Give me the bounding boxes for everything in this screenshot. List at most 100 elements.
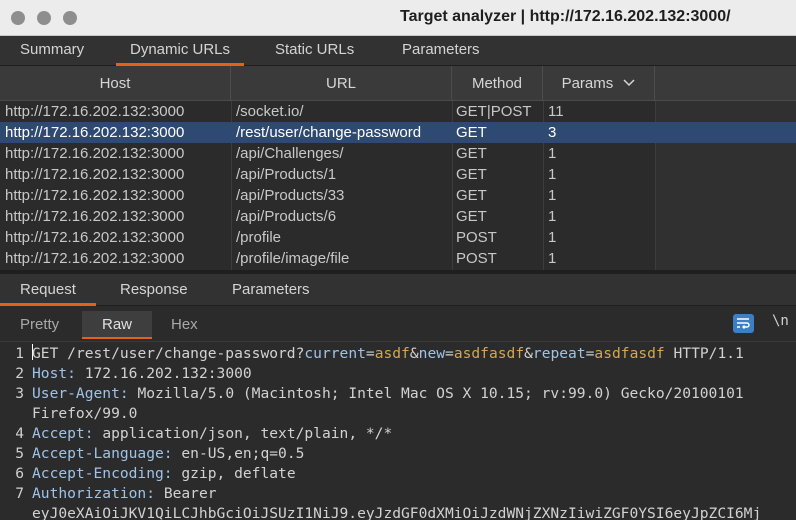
cell-params: 1 bbox=[548, 166, 557, 183]
cell-method: GET bbox=[456, 187, 487, 204]
cell-host: http://172.16.202.132:3000 bbox=[5, 250, 185, 267]
table-row[interactable]: http://172.16.202.132:3000/socket.io/GET… bbox=[0, 101, 796, 122]
cell-method: GET|POST bbox=[456, 103, 532, 120]
header-name: Accept-Language: bbox=[32, 445, 173, 462]
tab-parameters[interactable]: Parameters bbox=[402, 36, 480, 66]
header-name: Authorization: bbox=[32, 485, 156, 502]
column-header-url[interactable]: URL bbox=[231, 66, 452, 101]
word-wrap-button[interactable] bbox=[733, 314, 754, 333]
cell-url: /profile bbox=[236, 229, 282, 246]
view-raw[interactable]: Raw bbox=[82, 311, 152, 339]
header-value-continued: Firefox/99.0 bbox=[32, 405, 138, 422]
cell-method: GET bbox=[456, 124, 487, 141]
param-key: new bbox=[418, 345, 446, 362]
param-key: current bbox=[304, 345, 366, 362]
cell-url: /api/Products/33 bbox=[236, 187, 345, 204]
cell-url: /rest/user/change-password bbox=[236, 124, 422, 141]
analyzer-tabs: Summary Dynamic URLs Static URLs Paramet… bbox=[0, 36, 796, 66]
param-value: asdfasdf bbox=[594, 345, 665, 362]
header-value: 172.16.202.132:3000 bbox=[84, 365, 252, 382]
header-value: Bearer bbox=[163, 485, 217, 502]
cell-url: /api/Products/6 bbox=[236, 208, 337, 225]
tab-response[interactable]: Response bbox=[120, 276, 188, 306]
table-row[interactable]: http://172.16.202.132:3000/rest/user/cha… bbox=[0, 122, 796, 143]
header-name: Host: bbox=[32, 365, 76, 382]
header-name: Accept-Encoding: bbox=[32, 465, 173, 482]
request-line: GET /rest/user/change-password?current=a… bbox=[32, 344, 744, 362]
wrap-lines-icon bbox=[737, 318, 750, 329]
cell-params: 1 bbox=[548, 187, 557, 204]
request-editor[interactable]: 1 GET /rest/user/change-password?current… bbox=[0, 343, 796, 520]
column-header-host[interactable]: Host bbox=[0, 66, 231, 101]
cell-params: 1 bbox=[548, 250, 557, 267]
url-table: Host URL Method Params http://172.16.202… bbox=[0, 66, 796, 270]
cell-params: 1 bbox=[548, 229, 557, 246]
minimize-window-button[interactable] bbox=[37, 11, 51, 25]
cell-method: GET bbox=[456, 145, 487, 162]
view-pretty[interactable]: Pretty bbox=[20, 311, 59, 339]
show-newlines-toggle[interactable]: \n bbox=[772, 313, 789, 329]
line-number: 3 bbox=[15, 385, 24, 402]
cell-host: http://172.16.202.132:3000 bbox=[5, 124, 185, 141]
line-number: 2 bbox=[15, 365, 24, 382]
line-number: 7 bbox=[15, 485, 24, 502]
request-protocol: HTTP/1.1 bbox=[673, 345, 744, 362]
table-rows: http://172.16.202.132:3000/socket.io/GET… bbox=[0, 101, 796, 269]
param-value: asdf bbox=[374, 345, 410, 362]
table-row[interactable]: http://172.16.202.132:3000/api/Products/… bbox=[0, 206, 796, 227]
cell-url: /socket.io/ bbox=[236, 103, 304, 120]
cell-params: 1 bbox=[548, 145, 557, 162]
cell-method: POST bbox=[456, 229, 497, 246]
cell-host: http://172.16.202.132:3000 bbox=[5, 166, 185, 183]
table-row[interactable]: http://172.16.202.132:3000/api/Products/… bbox=[0, 185, 796, 206]
header-value-continued: eyJ0eXAiOiJKV1QiLCJhbGciOiJSUzI1NiJ9.eyJ… bbox=[32, 505, 762, 520]
cell-host: http://172.16.202.132:3000 bbox=[5, 103, 185, 120]
line-number: 6 bbox=[15, 465, 24, 482]
cell-host: http://172.16.202.132:3000 bbox=[5, 145, 185, 162]
line-number: 5 bbox=[15, 445, 24, 462]
header-value: application/json, text/plain, */* bbox=[102, 425, 393, 442]
cell-method: GET bbox=[456, 166, 487, 183]
tab-request[interactable]: Request bbox=[0, 276, 96, 306]
table-row[interactable]: http://172.16.202.132:3000/api/Challenge… bbox=[0, 143, 796, 164]
message-tabs: Request Response Parameters bbox=[0, 274, 796, 306]
param-key: repeat bbox=[532, 345, 586, 362]
column-header-params-wrap[interactable]: Params bbox=[543, 66, 655, 101]
tab-message-parameters[interactable]: Parameters bbox=[232, 276, 310, 306]
cell-params: 11 bbox=[548, 103, 564, 120]
header-value: en-US,en;q=0.5 bbox=[181, 445, 305, 462]
cell-params: 1 bbox=[548, 208, 557, 225]
request-path: /rest/user/change-password? bbox=[67, 345, 305, 362]
cell-host: http://172.16.202.132:3000 bbox=[5, 208, 185, 225]
cell-host: http://172.16.202.132:3000 bbox=[5, 229, 185, 246]
param-value: asdfasdf bbox=[453, 345, 525, 362]
table-header: Host URL Method Params bbox=[0, 66, 796, 101]
title-bar: Target analyzer | http://172.16.202.132:… bbox=[0, 0, 796, 36]
view-hex[interactable]: Hex bbox=[171, 311, 198, 339]
cell-url: /api/Challenges/ bbox=[236, 145, 344, 162]
tab-summary[interactable]: Summary bbox=[20, 36, 84, 66]
column-header-method[interactable]: Method bbox=[452, 66, 543, 101]
column-header-params: Params bbox=[561, 75, 614, 92]
cell-method: GET bbox=[456, 208, 487, 225]
cell-host: http://172.16.202.132:3000 bbox=[5, 187, 185, 204]
zoom-window-button[interactable] bbox=[63, 11, 77, 25]
cell-method: POST bbox=[456, 250, 497, 267]
tab-dynamic-urls[interactable]: Dynamic URLs bbox=[116, 36, 245, 66]
cell-url: /api/Products/1 bbox=[236, 166, 337, 183]
window-title: Target analyzer | http://172.16.202.132:… bbox=[400, 8, 731, 25]
header-value: Mozilla/5.0 (Macintosh; Intel Mac OS X 1… bbox=[137, 385, 744, 402]
chevron-down-icon bbox=[623, 79, 635, 87]
header-name: Accept: bbox=[32, 425, 94, 442]
header-value: gzip, deflate bbox=[181, 465, 296, 482]
cell-url: /profile/image/file bbox=[236, 250, 350, 267]
close-window-button[interactable] bbox=[11, 11, 25, 25]
table-row[interactable]: http://172.16.202.132:3000/profile/image… bbox=[0, 248, 796, 269]
table-row[interactable]: http://172.16.202.132:3000/profile POST 1 bbox=[0, 227, 796, 248]
tab-static-urls[interactable]: Static URLs bbox=[275, 36, 354, 66]
table-row[interactable]: http://172.16.202.132:3000/api/Products/… bbox=[0, 164, 796, 185]
cell-params: 3 bbox=[548, 124, 557, 141]
line-number: 1 bbox=[15, 345, 24, 362]
line-number: 4 bbox=[15, 425, 24, 442]
request-method: GET bbox=[32, 345, 59, 362]
